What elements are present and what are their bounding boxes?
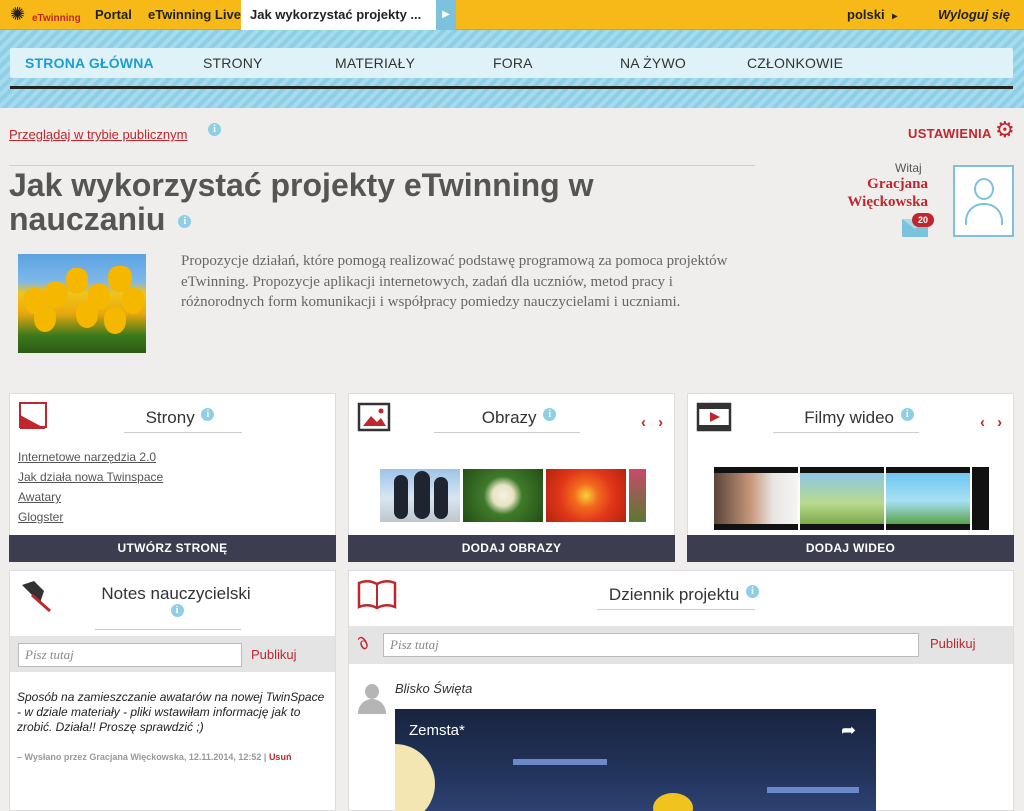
message-count-badge: 20 <box>912 213 934 227</box>
info-icon[interactable]: i <box>208 123 221 136</box>
project-description: Propozycje działań, które pomogą realizo… <box>181 253 728 310</box>
pages-title-text: Strony <box>145 408 195 427</box>
create-page-button[interactable]: UTWÓRZ STRONĘ <box>9 535 336 562</box>
title-underline <box>597 609 755 610</box>
page-icon <box>19 402 47 429</box>
main-navigation: STRONA GŁÓWNA STRONY MATERIAŁY FORA NA Ż… <box>10 48 1013 78</box>
logout-link[interactable]: Wyloguj się <box>938 0 1010 30</box>
avatar[interactable] <box>953 165 1014 237</box>
images-title: Obrazy i <box>449 408 589 428</box>
journal-input[interactable]: Pisz tutaj <box>383 633 919 657</box>
images-title-text: Obrazy <box>481 408 537 427</box>
header-separator <box>9 165 755 166</box>
embedded-video[interactable]: Zemsta* ➦ <box>395 709 876 811</box>
images-carousel-arrows[interactable]: ‹ › <box>641 414 667 431</box>
welcome-label: Witaj <box>895 161 922 175</box>
avatar-head-icon <box>974 178 994 200</box>
title-info-icon[interactable]: i <box>178 215 192 229</box>
note-post-meta: – Wysłano przez Gracjana Więckowska, 12.… <box>17 752 327 762</box>
nav-forums[interactable]: FORA <box>493 48 533 78</box>
user-avatar-icon <box>357 684 387 714</box>
notes-title: Notes nauczycielski i <box>96 584 256 624</box>
pages-info-icon[interactable]: i <box>201 408 215 421</box>
pages-list: Internetowe narzędzia 2.0 Jak działa now… <box>18 447 163 527</box>
journal-title-text: Dziennik projektu <box>608 585 740 604</box>
delete-note-link[interactable]: Usuń <box>269 752 292 762</box>
gallery-image-penguins[interactable] <box>380 469 460 522</box>
pages-card: Strony i Internetowe narzędzia 2.0 Jak d… <box>9 393 336 562</box>
gear-icon[interactable]: ⚙ <box>995 119 1015 141</box>
notes-title-text: Notes nauczycielski <box>101 584 251 603</box>
project-thumbnail <box>18 254 146 353</box>
journal-publish-button[interactable]: Publikuj <box>930 636 976 651</box>
title-underline <box>434 432 580 433</box>
video-thumb-partial[interactable] <box>972 467 989 530</box>
language-arrow-icon: ▸ <box>892 11 898 22</box>
top-bar: ✺ eTwinning Portal eTwinning Live Jak wy… <box>0 0 1024 30</box>
user-name-link[interactable]: Gracjana Więckowska <box>820 175 928 211</box>
nav-live[interactable]: NA ŻYWO <box>620 48 686 78</box>
video-title: Zemsta* <box>409 722 465 739</box>
book-icon <box>357 580 397 610</box>
page-link[interactable]: Awatary <box>18 487 163 507</box>
note-post-text: Sposób na zamieszczanie awatarów na nowe… <box>17 690 325 734</box>
page-title-text: Jak wykorzystać projekty eTwinning w nau… <box>9 167 594 237</box>
character-shape <box>653 793 693 811</box>
share-icon[interactable]: ➦ <box>841 720 856 741</box>
language-selector[interactable]: polski ▸ <box>847 0 897 32</box>
video-thumb-1[interactable] <box>714 467 798 530</box>
page-title: Jak wykorzystać projekty eTwinning w nau… <box>9 168 649 236</box>
sun-icon: ✺ <box>10 4 26 24</box>
add-video-button[interactable]: DODAJ WIDEO <box>687 535 1014 562</box>
page-link[interactable]: Jak działa nowa Twinspace <box>18 467 163 487</box>
browse-public-link[interactable]: Przeglądaj w trybie publicznym <box>9 127 187 142</box>
gallery-image-partial[interactable] <box>629 469 646 522</box>
title-underline <box>95 629 241 630</box>
nav-portal[interactable]: Portal <box>95 0 132 30</box>
video-thumb-3[interactable] <box>886 467 970 530</box>
journal-info-icon[interactable]: i <box>746 585 760 598</box>
tab-arrow-icon[interactable]: ▶ <box>436 0 456 30</box>
video-thumb-2[interactable] <box>800 467 884 530</box>
note-meta-text: – Wysłano przez Gracjana Więckowska, 12.… <box>17 752 267 762</box>
page-link[interactable]: Internetowe narzędzia 2.0 <box>18 447 163 467</box>
shelf-shape <box>513 759 607 765</box>
settings-link[interactable]: USTAWIENIA <box>908 126 992 141</box>
nav-home[interactable]: STRONA GŁÓWNA <box>25 48 154 78</box>
videos-title-text: Filmy wideo <box>804 408 894 427</box>
logo-text: eTwinning <box>32 13 81 24</box>
shelf-shape <box>767 787 859 793</box>
journal-post-author: Blisko Święta <box>395 681 473 696</box>
nav-materials[interactable]: MATERIAŁY <box>335 48 415 78</box>
images-info-icon[interactable]: i <box>543 408 557 421</box>
pages-title: Strony i <box>110 408 250 428</box>
journal-title: Dziennik projektu i <box>589 585 779 605</box>
notes-info-icon[interactable]: i <box>170 604 184 617</box>
add-images-button[interactable]: DODAJ OBRAZY <box>348 535 675 562</box>
videos-info-icon[interactable]: i <box>900 408 914 421</box>
images-card: Obrazy i ‹ › DODAJ OBRAZY <box>348 393 675 562</box>
nav-etwinning-live[interactable]: eTwinning Live <box>148 0 241 30</box>
title-underline <box>124 432 242 433</box>
gallery-image-hydrangea[interactable] <box>463 469 543 522</box>
image-icon <box>357 402 391 432</box>
language-label: polski <box>847 7 885 22</box>
title-underline <box>773 432 919 433</box>
page-link[interactable]: Glogster <box>18 507 163 527</box>
moon-shape <box>395 744 435 811</box>
avatar-body-icon <box>965 203 1003 225</box>
nav-pages[interactable]: STRONY <box>203 48 263 78</box>
nav-divider <box>10 86 1013 89</box>
pushpin-icon <box>22 581 51 613</box>
nav-members[interactable]: CZŁONKOWIE <box>747 48 843 78</box>
notes-publish-button[interactable]: Publikuj <box>251 647 297 662</box>
etwinning-logo[interactable]: ✺ eTwinning <box>10 4 81 26</box>
videos-title: Filmy wideo i <box>784 408 934 428</box>
gallery-image-flower[interactable] <box>546 469 626 522</box>
videos-card: Filmy wideo i ‹ › DODAJ WIDEO <box>687 393 1014 562</box>
nav-current-project-tab[interactable]: Jak wykorzystać projekty ... <box>241 0 436 30</box>
videos-carousel-arrows[interactable]: ‹ › <box>980 414 1006 431</box>
notes-input[interactable]: Pisz tutaj <box>18 643 242 667</box>
film-icon <box>696 402 732 432</box>
